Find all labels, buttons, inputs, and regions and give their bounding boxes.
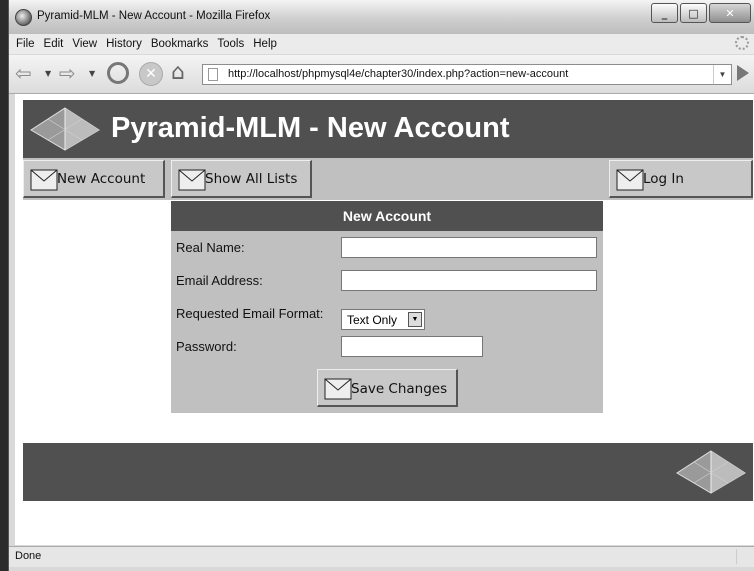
throbber-icon <box>735 36 749 50</box>
save-changes-label: Save Changes <box>351 381 448 397</box>
window-controls: _ □ ✕ <box>651 3 751 23</box>
email-format-value: Text Only <box>347 313 398 327</box>
firefox-icon <box>15 9 32 26</box>
menu-edit[interactable]: Edit <box>44 38 64 50</box>
email-label: Email Address: <box>176 273 263 288</box>
menu-bar: File Edit View History Bookmarks Tools H… <box>9 34 754 54</box>
go-icon[interactable] <box>737 65 749 81</box>
forward-history-dropdown[interactable]: ▼ <box>89 69 95 78</box>
navigation-toolbar: ⇦ ▼ ⇨ ▼ ✕ ⌂ http://localhost/phpmysql4e/… <box>9 55 754 94</box>
form-title: New Account <box>171 201 603 231</box>
log-in-button[interactable]: Log In <box>609 160 753 198</box>
forward-icon[interactable]: ⇨ <box>59 63 76 83</box>
minimize-button[interactable]: _ <box>651 3 678 23</box>
home-icon[interactable]: ⌂ <box>171 61 185 85</box>
window-title: Pyramid-MLM - New Account - Mozilla Fire… <box>37 10 271 22</box>
stop-icon[interactable]: ✕ <box>139 62 163 86</box>
real-name-label: Real Name: <box>176 240 245 255</box>
menu-history[interactable]: History <box>106 38 142 50</box>
email-field[interactable] <box>341 270 597 291</box>
new-account-button[interactable]: New Account <box>23 160 165 198</box>
password-label: Password: <box>176 339 237 354</box>
browser-window: Pyramid-MLM - New Account - Mozilla Fire… <box>8 0 754 571</box>
log-in-label: Log In <box>643 171 684 187</box>
save-changes-button[interactable]: Save Changes <box>317 369 458 407</box>
page-footer <box>23 443 753 501</box>
show-all-lists-button[interactable]: Show All Lists <box>171 160 312 198</box>
pyramid-icon <box>676 450 746 494</box>
email-format-select[interactable]: Text Only ▼ <box>341 309 425 330</box>
email-format-label: Requested Email Format: <box>176 306 324 321</box>
maximize-button[interactable]: □ <box>680 3 707 23</box>
status-text: Done <box>15 550 42 562</box>
envelope-icon <box>616 169 644 191</box>
menu-bookmarks[interactable]: Bookmarks <box>151 38 209 50</box>
menu-view[interactable]: View <box>72 38 97 50</box>
pyramid-icon <box>30 107 100 151</box>
new-account-form: New Account Real Name: Email Address: Re… <box>171 201 603 413</box>
url-text[interactable]: http://localhost/phpmysql4e/chapter30/in… <box>228 68 568 80</box>
status-bar: Done <box>9 546 754 567</box>
page-icon <box>208 68 218 81</box>
page-title: Pyramid-MLM - New Account <box>111 112 510 144</box>
chevron-down-icon[interactable]: ▼ <box>408 312 422 327</box>
close-button[interactable]: ✕ <box>709 3 751 23</box>
reload-icon[interactable] <box>107 62 129 84</box>
envelope-icon <box>178 169 206 191</box>
menu-help[interactable]: Help <box>253 38 277 50</box>
password-field[interactable] <box>341 336 483 357</box>
resize-grip[interactable] <box>736 549 751 564</box>
show-all-lists-label: Show All Lists <box>205 171 298 187</box>
back-icon[interactable]: ⇦ <box>15 63 32 83</box>
new-account-label: New Account <box>57 171 146 187</box>
url-dropdown-icon[interactable]: ▼ <box>713 65 731 84</box>
menu-tools[interactable]: Tools <box>217 38 244 50</box>
address-bar[interactable]: http://localhost/phpmysql4e/chapter30/in… <box>202 64 732 85</box>
back-history-dropdown[interactable]: ▼ <box>45 69 51 78</box>
nav-tabs: New Account Show All Lists Log In <box>23 158 753 200</box>
title-bar: Pyramid-MLM - New Account - Mozilla Fire… <box>9 0 754 34</box>
menu-file[interactable]: File <box>16 38 35 50</box>
page-header: Pyramid-MLM - New Account <box>23 100 753 158</box>
envelope-icon <box>324 378 352 400</box>
real-name-field[interactable] <box>341 237 597 258</box>
envelope-icon <box>30 169 58 191</box>
page-content: Pyramid-MLM - New Account New Account Sh… <box>15 94 754 545</box>
